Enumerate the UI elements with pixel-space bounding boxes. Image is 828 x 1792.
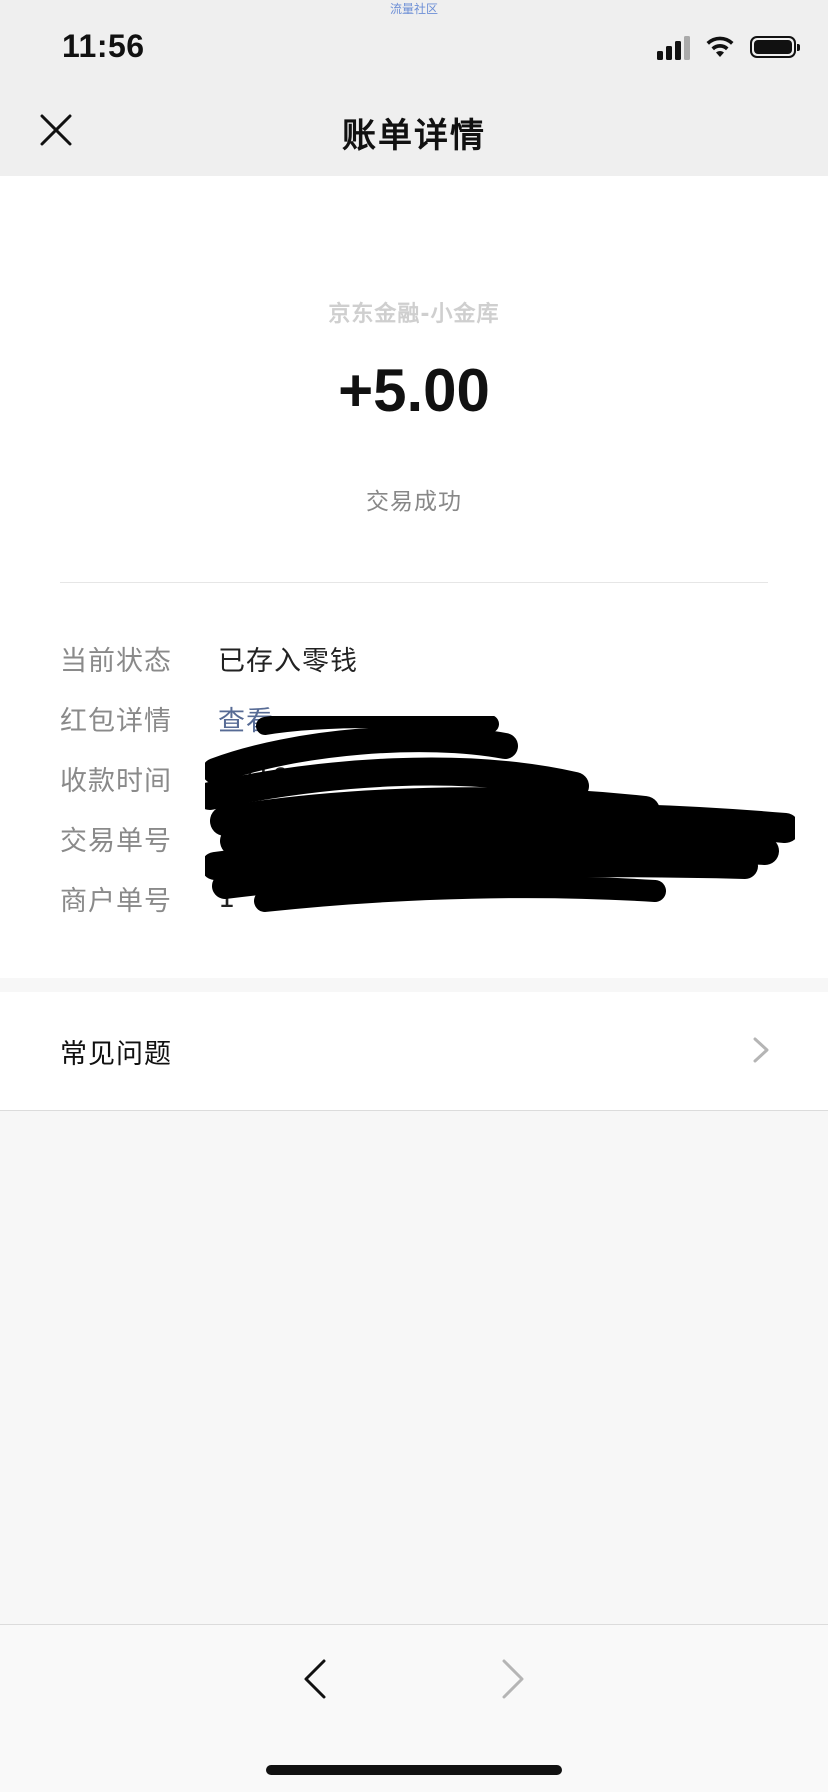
status-time: 11:56 [62,28,145,64]
detail-label: 收款时间 [60,765,172,797]
back-arrow-icon[interactable] [300,1657,330,1701]
divider [60,582,768,583]
faq-row[interactable]: 常见问题 [0,992,828,1111]
status-icons [657,34,800,60]
watermark: 流量社区 [389,2,438,16]
detail-label: 红包详情 [60,705,172,737]
signal-icon [657,34,690,60]
bill-summary-card: 京东金融-小金库 +5.00 交易成功 当前状态 已存入零钱 红包详情 查看 收… [0,176,828,978]
detail-value: 已存入零钱 [218,645,358,677]
detail-row-current-status: 当前状态 已存入零钱 [60,628,780,688]
merchant-name: 京东金融-小金库 [328,302,500,327]
bottom-toolbar [0,1624,828,1792]
detail-label: 交易单号 [60,825,172,857]
detail-label: 商户单号 [60,885,172,917]
bill-detail-screen: 流量社区 11:56 账单详情 京东金融-小金库 +5.00 交易成功 当前状态… [0,0,828,1792]
amount: +5.00 [338,357,490,424]
transaction-status: 交易成功 [366,489,462,515]
wifi-icon [706,36,734,57]
top-bar: 流量社区 11:56 账单详情 [0,0,828,176]
faq-label: 常见问题 [60,1039,172,1070]
forward-arrow-icon[interactable] [498,1657,528,1701]
detail-label: 当前状态 [60,645,172,677]
chevron-right-icon [753,1037,769,1063]
page-title: 账单详情 [342,116,486,156]
home-indicator [266,1765,562,1775]
battery-icon [750,36,800,58]
redaction-scribble [205,716,795,912]
